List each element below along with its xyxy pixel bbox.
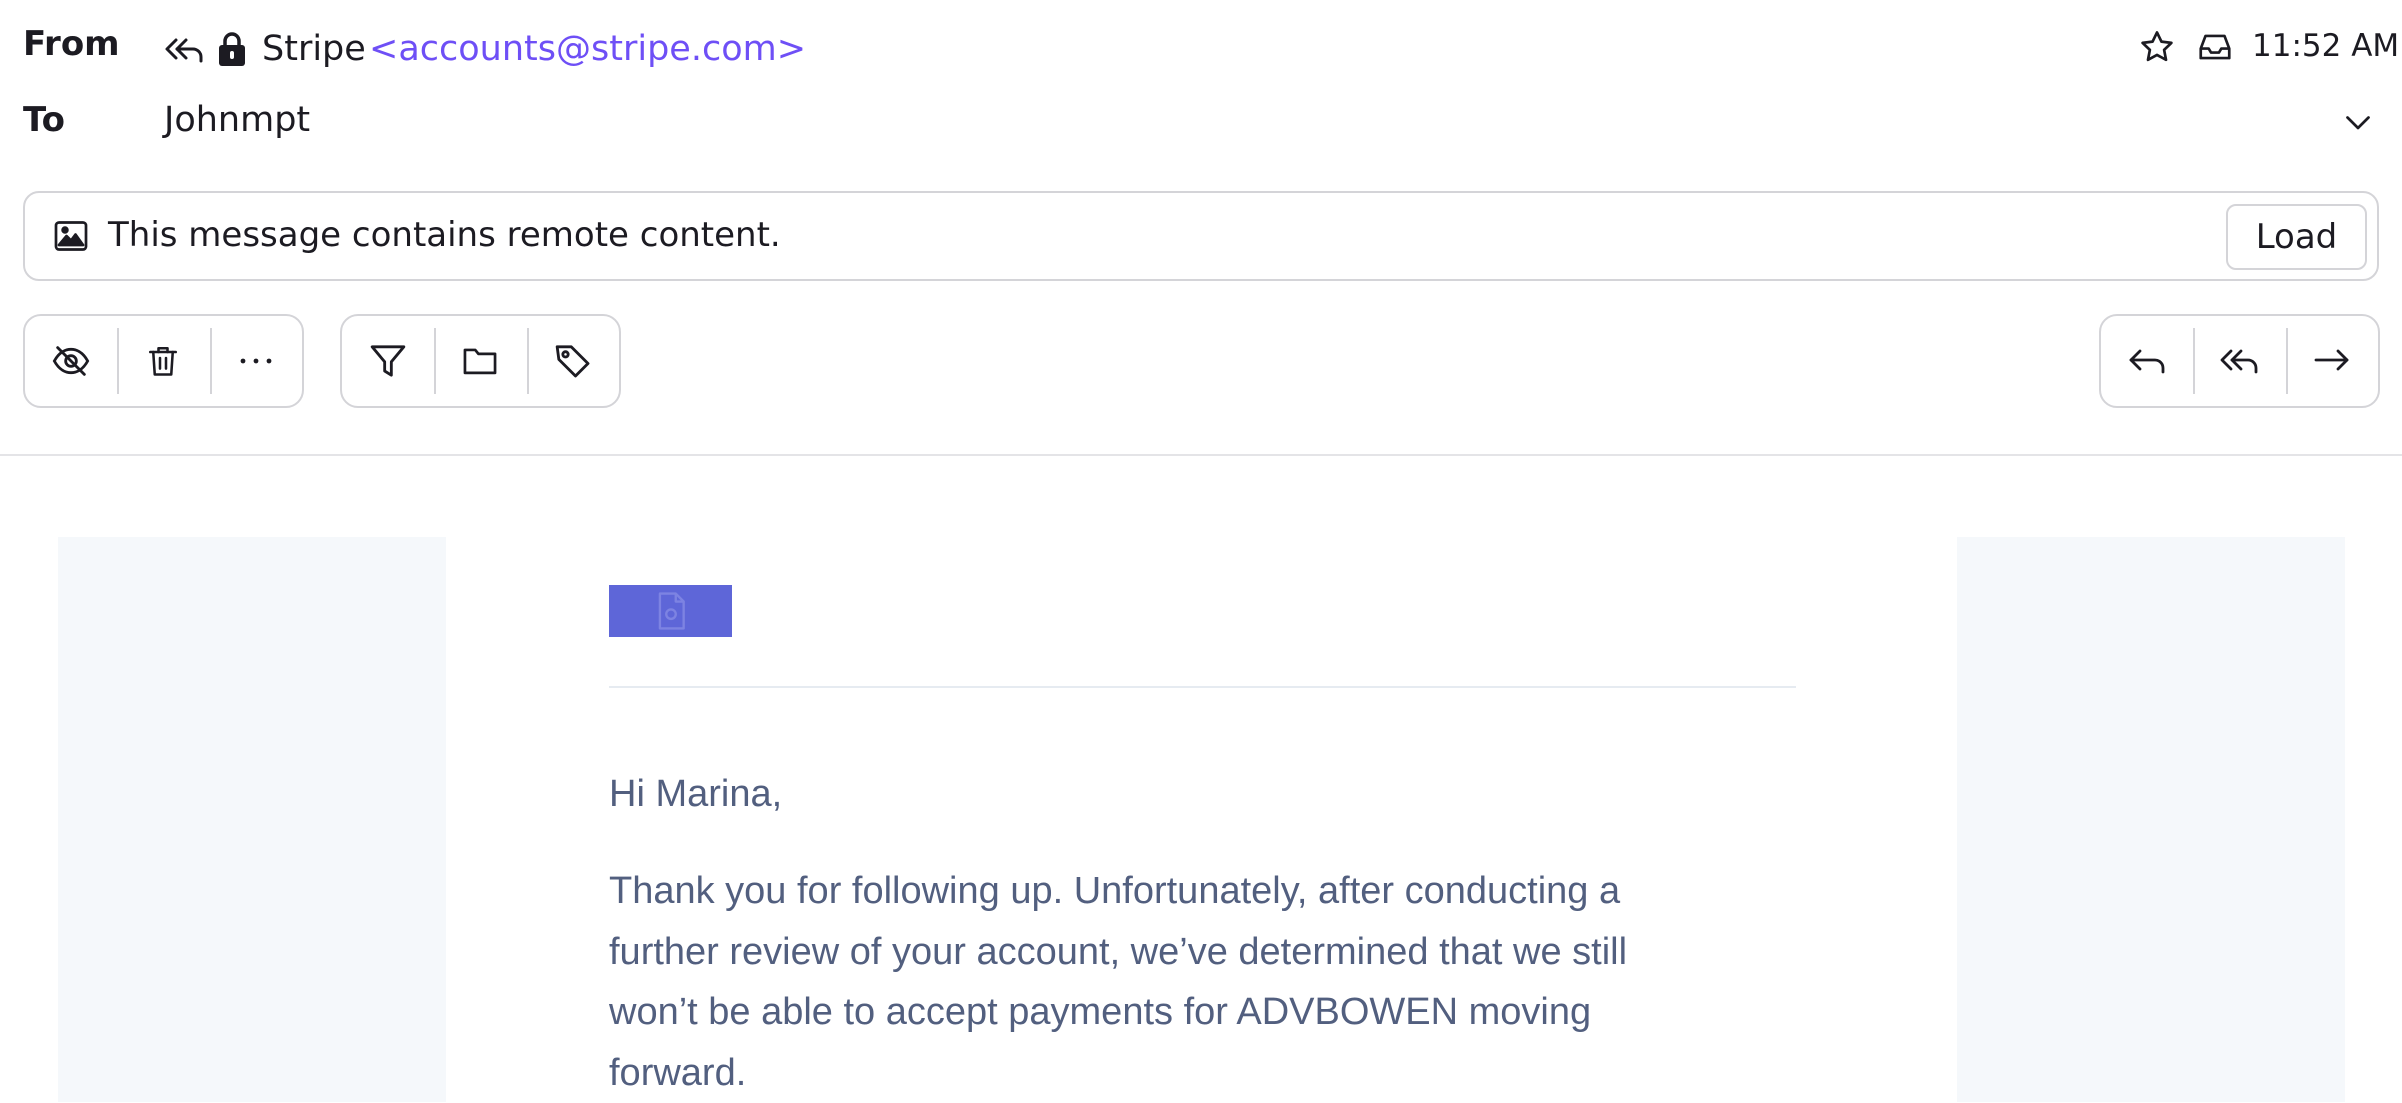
- filter-button[interactable]: [342, 316, 434, 406]
- toolbar-group-reply: [2099, 314, 2380, 408]
- email-header-rule: [609, 686, 1796, 688]
- sender-name[interactable]: Stripe: [262, 29, 366, 69]
- image-icon: [53, 219, 89, 253]
- paragraph-line: further review of your account, we’ve de…: [609, 922, 1809, 983]
- paragraph-line: Thank you for following up. Unfortunatel…: [609, 861, 1809, 922]
- lock-icon: [215, 30, 249, 68]
- reply-all-button[interactable]: [2193, 316, 2285, 406]
- more-button[interactable]: [210, 316, 302, 406]
- reply-button[interactable]: [2101, 316, 2193, 406]
- toolbar-group-organize: [340, 314, 621, 408]
- star-icon[interactable]: [2138, 28, 2176, 66]
- label-button[interactable]: [527, 316, 619, 406]
- trash-icon: [145, 342, 181, 380]
- eye-off-icon: [51, 341, 91, 381]
- mark-unread-button[interactable]: [25, 316, 117, 406]
- move-to-folder-button[interactable]: [434, 316, 526, 406]
- tag-icon: [553, 341, 593, 381]
- email-greeting: Hi Marina,: [609, 773, 782, 816]
- header-divider: [0, 454, 2402, 456]
- remote-content-message: This message contains remote content.: [108, 215, 781, 255]
- reply-icon: [2127, 343, 2167, 379]
- received-time: 11:52 AM: [2252, 28, 2399, 64]
- sender-address[interactable]: <accounts@stripe.com>: [369, 29, 806, 69]
- email-paragraph: Thank you for following up. Unfortunatel…: [609, 861, 1809, 1103]
- inbox-icon[interactable]: [2196, 28, 2234, 66]
- email-side-panel-left: [58, 537, 446, 1102]
- more-icon: [237, 356, 275, 366]
- from-label: From: [23, 24, 120, 64]
- paragraph-line: forward.: [609, 1043, 1809, 1103]
- reply-all-icon: [2218, 343, 2260, 379]
- broken-image-icon: [652, 590, 690, 632]
- replied-all-icon: [164, 34, 204, 68]
- folder-icon: [460, 342, 500, 380]
- delete-button[interactable]: [117, 316, 209, 406]
- forward-icon: [2312, 343, 2352, 379]
- to-label: To: [23, 100, 65, 140]
- forward-button[interactable]: [2286, 316, 2378, 406]
- email-side-panel-right: [1957, 537, 2345, 1102]
- toolbar-group-actions: [23, 314, 304, 408]
- filter-icon: [368, 341, 408, 381]
- chevron-down-icon[interactable]: [2340, 104, 2376, 140]
- load-button[interactable]: Load: [2226, 204, 2367, 270]
- remote-content-banner: This message contains remote content. Lo…: [23, 191, 2379, 281]
- recipient-name[interactable]: Johnmpt: [164, 100, 310, 140]
- paragraph-line: won’t be able to accept payments for ADV…: [609, 982, 1809, 1043]
- stripe-logo-placeholder: [609, 585, 732, 637]
